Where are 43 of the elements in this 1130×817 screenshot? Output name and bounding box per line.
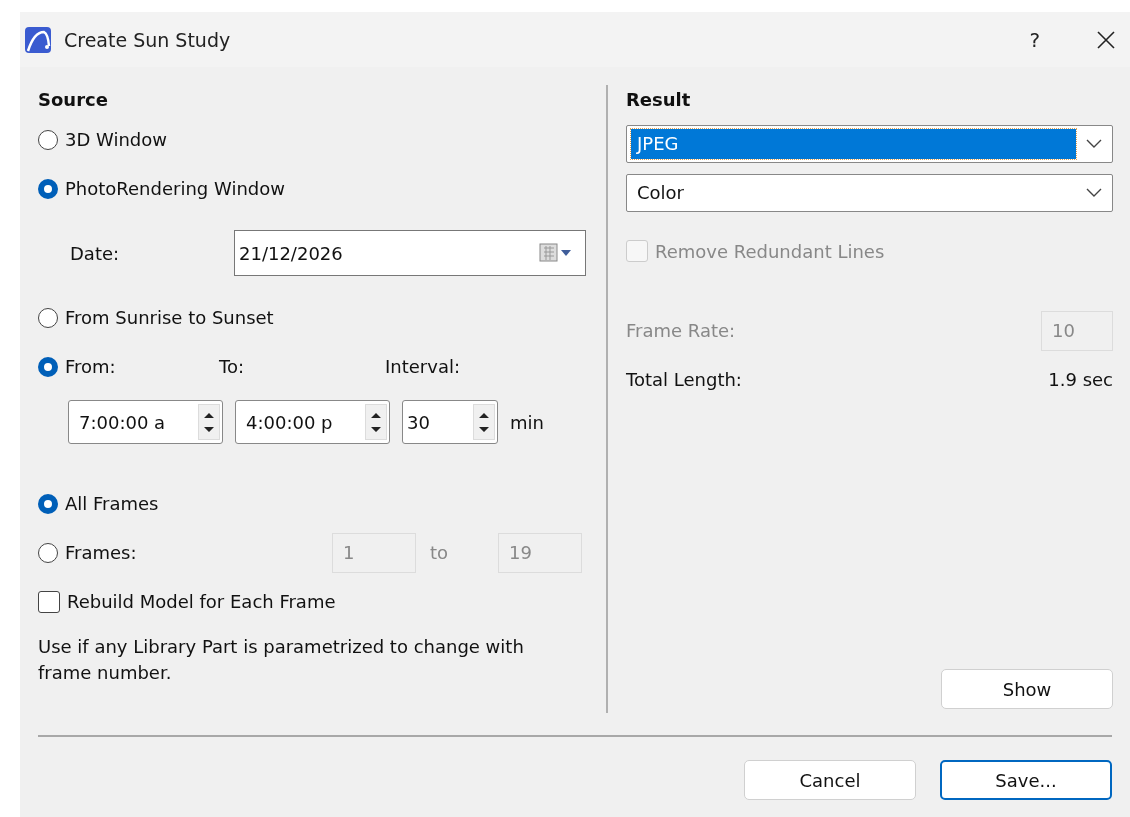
date-field[interactable]: 21/12/2026 <box>234 230 586 276</box>
radio-label[interactable]: Frames: <box>65 542 137 563</box>
chevron-icon <box>1086 188 1102 198</box>
spin-field[interactable]: 30 <box>402 400 498 444</box>
app-icon <box>24 25 52 54</box>
help-button[interactable]: ? <box>1029 27 1040 52</box>
checkbox-label[interactable]: Rebuild Model for Each Frame <box>67 591 336 612</box>
spin-arrows-icon[interactable] <box>198 404 220 440</box>
dialog-button[interactable]: Cancel <box>744 760 916 800</box>
spin-arrows-icon[interactable] <box>365 404 387 440</box>
radio-button[interactable] <box>38 542 58 563</box>
radio-label[interactable]: From Sunrise to Sunset <box>65 307 274 328</box>
radio-button[interactable] <box>38 356 58 377</box>
radio-label[interactable]: From: <box>65 356 116 377</box>
section-heading: Source <box>38 88 109 112</box>
radio-label[interactable]: 3D Window <box>65 129 167 150</box>
checkbox[interactable] <box>38 590 60 613</box>
interval-label: Interval: <box>385 356 460 377</box>
radio-button[interactable] <box>38 307 58 328</box>
dropdown[interactable]: JPEG <box>626 125 1113 163</box>
spin-field[interactable]: 4:00:00 p <box>235 400 390 444</box>
dialog-button[interactable]: Save... <box>940 760 1112 800</box>
to-label: To: <box>219 356 245 377</box>
radio-label[interactable]: PhotoRendering Window <box>65 178 285 199</box>
spin-arrows-icon[interactable] <box>473 404 495 440</box>
radio-button[interactable] <box>38 178 58 199</box>
total-length-label: Total Length: <box>626 369 742 390</box>
hint-text: Use if any Library Part is parametrized to change with frame number. <box>38 635 525 685</box>
total-length-value: 1.9 sec <box>1048 369 1113 390</box>
spin-field[interactable]: 7:00:00 a <box>68 400 223 444</box>
date-label: Date: <box>70 242 121 264</box>
frame-rate-label: Frame Rate: <box>626 320 736 341</box>
radio-button[interactable] <box>38 129 58 150</box>
close-icon[interactable] <box>1096 29 1116 50</box>
window-title: Create Sun Study <box>64 28 231 51</box>
show-button[interactable]: Show <box>941 669 1113 709</box>
radio-button[interactable] <box>38 493 58 514</box>
unit-label: min <box>510 411 544 433</box>
chevron-icon <box>1086 139 1102 149</box>
range-separator: to <box>429 542 450 563</box>
section-heading: Result <box>626 88 692 112</box>
dropdown[interactable]: Color <box>626 174 1113 212</box>
radio-label[interactable]: All Frames <box>65 493 159 514</box>
